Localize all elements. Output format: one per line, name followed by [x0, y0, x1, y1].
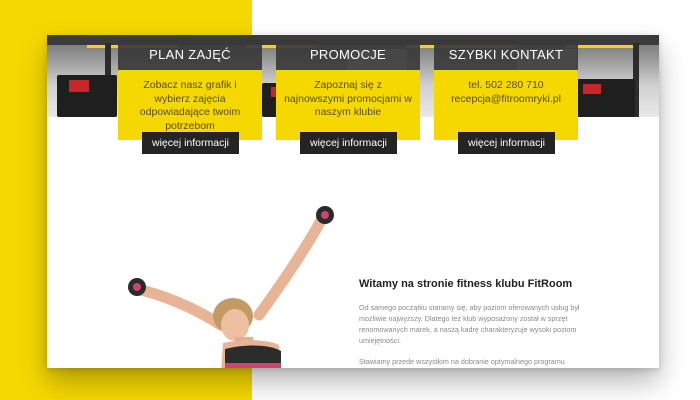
welcome-paragraph: Stawiamy przede wszystkim na dobranie op… [359, 357, 565, 366]
more-info-button[interactable]: więcej informacji [300, 132, 397, 154]
column-text: tel. 502 280 710 recepcja@fitroomryki.pl [434, 70, 578, 140]
column-title: PLAN ZAJĘĆ [118, 40, 262, 70]
column-text: Zobacz nasz grafik i wybierz zajęcia odp… [118, 70, 262, 140]
column-promocje: PROMOCJE Zapoznaj się z najnowszymi prom… [276, 40, 420, 154]
welcome-title: Witamy na stronie fitness klubu FitRoom [359, 278, 573, 290]
welcome-paragraph: Od samego początku staramy się, aby pozi… [359, 303, 580, 345]
athlete-photo [128, 206, 334, 368]
column-text: Zapoznaj się z najnowszymi promocjami w … [276, 70, 420, 140]
column-plan-zajec: PLAN ZAJĘĆ Zobacz nasz grafik i wybierz … [118, 40, 262, 154]
website-preview: PLAN ZAJĘĆ Zobacz nasz grafik i wybierz … [47, 35, 659, 368]
more-info-button[interactable]: więcej informacji [142, 132, 239, 154]
column-szybki-kontakt: SZYBKI KONTAKT tel. 502 280 710 recepcja… [434, 40, 578, 154]
more-info-button[interactable]: więcej informacji [458, 132, 555, 154]
column-title: SZYBKI KONTAKT [434, 40, 578, 70]
welcome-section: Witamy na stronie fitness klubu FitRoom … [359, 278, 599, 368]
column-title: PROMOCJE [276, 40, 420, 70]
